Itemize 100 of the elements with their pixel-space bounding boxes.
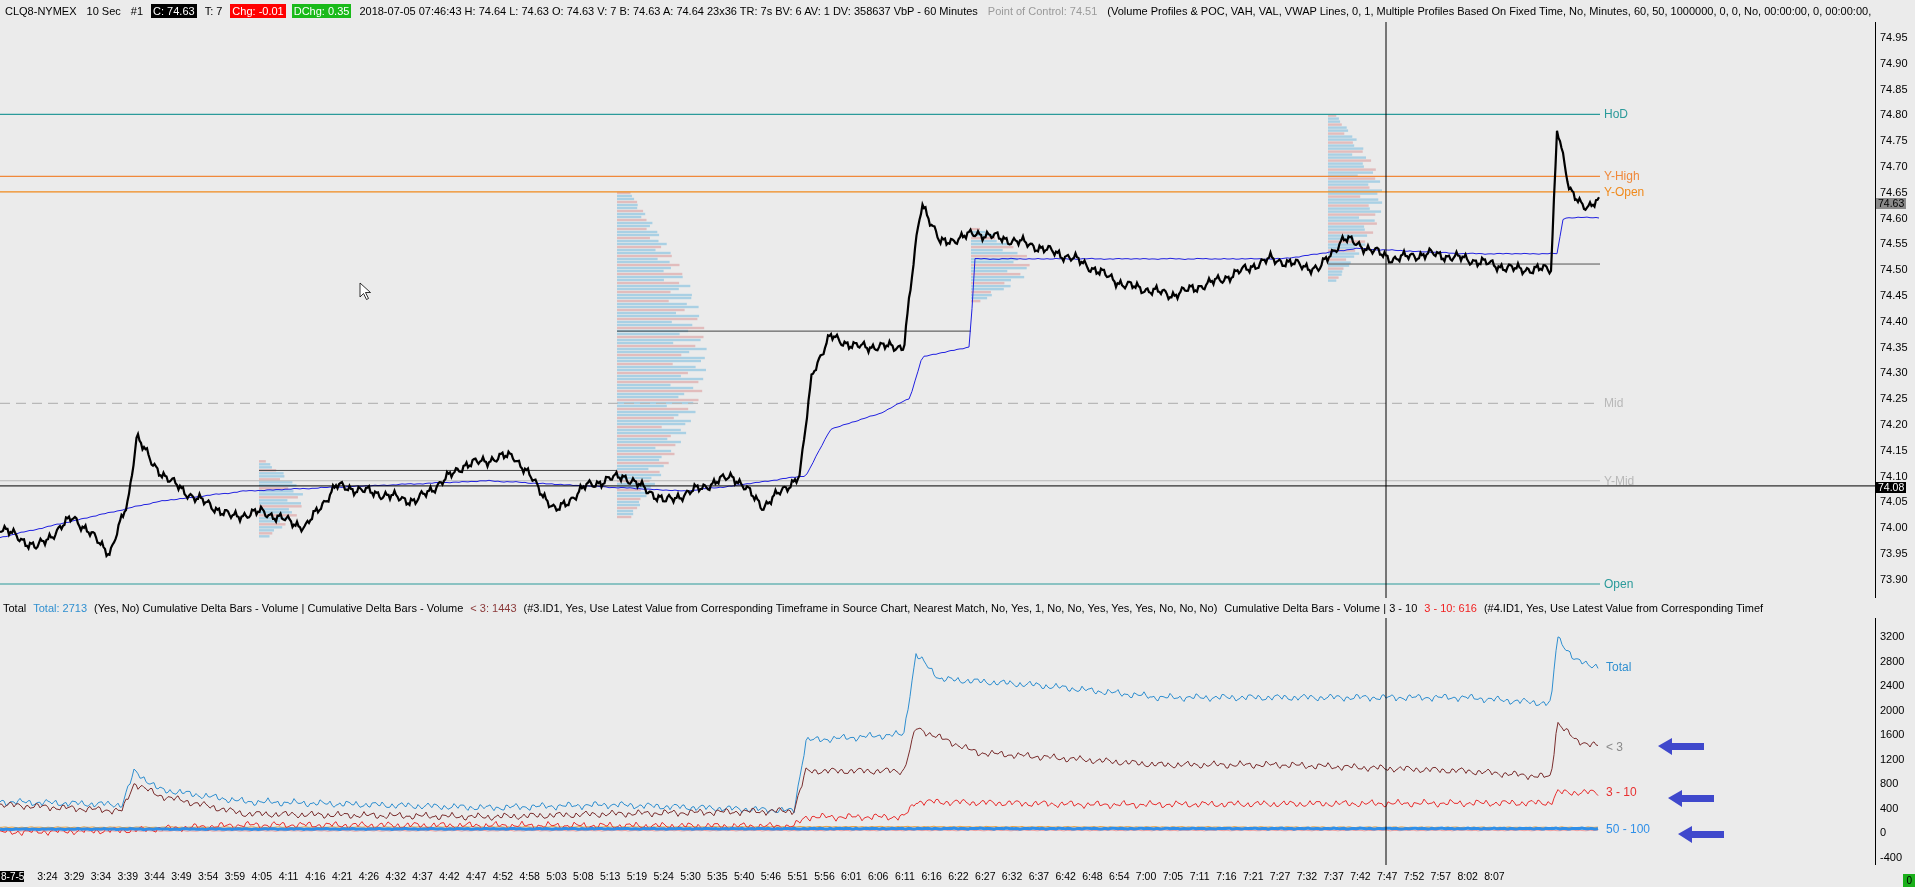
time-label: 5:13 <box>598 870 622 882</box>
price-marker: 74.08 <box>1876 481 1907 493</box>
axis-label: -400 <box>1879 850 1904 863</box>
time-label: 4:21 <box>330 870 354 882</box>
time-label: 7:37 <box>1322 870 1345 882</box>
time-label: 5:46 <box>759 870 783 882</box>
date-label: 8-7-5 <box>0 870 24 882</box>
study-label: < 3: 1443 <box>470 602 517 614</box>
header-text: #1 <box>129 4 145 18</box>
cursor-icon <box>359 282 371 300</box>
time-label: 7:57 <box>1429 870 1453 882</box>
time-label: 4:42 <box>438 870 461 882</box>
time-label: 5:40 <box>732 870 756 882</box>
axis-label: 74.90 <box>1879 56 1909 69</box>
status-badge: 0 <box>1903 874 1915 887</box>
header-text: 2018-07-05 07:46:43 H: 74.64 L: 74.63 O: 74.63 V: 7 B: 74.63 A: 74.64 23x36 TR: 7s BV: 6 AV: 1 DV: 358637 VbP - 60 Minutes <box>358 4 979 18</box>
time-label: 7:27 <box>1268 870 1292 882</box>
axis-label: 74.55 <box>1879 237 1909 250</box>
time-label: 3:54 <box>196 870 220 882</box>
time-label: 4:26 <box>357 870 381 882</box>
time-label: 6:06 <box>866 870 890 882</box>
axis-label: 74.95 <box>1879 31 1909 43</box>
axis-label: 74.85 <box>1879 82 1909 95</box>
time-label: 7:47 <box>1376 870 1399 882</box>
time-label: 5:03 <box>545 870 568 882</box>
study-label: Cumulative Delta Bars - Volume | 3 - 10 <box>1224 602 1418 614</box>
axis-label: 74.80 <box>1879 108 1909 121</box>
axis-label: 2000 <box>1879 703 1906 716</box>
axis-label: 74.10 <box>1879 469 1909 482</box>
value-badge: Chg: -0.01 <box>230 4 286 18</box>
time-label: 4:32 <box>384 870 407 882</box>
time-label: 6:42 <box>1054 870 1077 882</box>
time-label: 3:39 <box>116 870 139 882</box>
study-label: Total: 2713 <box>33 602 88 614</box>
axis-label: 74.45 <box>1879 288 1909 301</box>
series-label: < 3 <box>1606 739 1623 754</box>
time-label: 6:48 <box>1081 870 1104 882</box>
time-label: 5:19 <box>625 870 649 882</box>
header-text: 10 Sec <box>85 4 122 18</box>
level-label: Y-Open <box>1604 184 1645 199</box>
axis-label: 74.50 <box>1879 263 1909 276</box>
level-label: Y-High <box>1604 169 1640 184</box>
axis-label: 1600 <box>1879 728 1906 741</box>
axis-label: 74.00 <box>1879 521 1909 534</box>
time-label: 4:37 <box>411 870 434 882</box>
time-label: 3:34 <box>89 870 113 882</box>
time-label: 4:16 <box>304 870 327 882</box>
time-label: 7:00 <box>1134 870 1158 882</box>
level-label: HoD <box>1604 107 1628 122</box>
study-label: (#4.ID1, Yes, Use Latest Value from Corresponding Timef <box>1483 602 1764 614</box>
series-label: 50 - 100 <box>1606 822 1651 837</box>
axis-label: 74.15 <box>1879 443 1909 456</box>
axis-label: 2800 <box>1879 654 1906 667</box>
time-label: 6:32 <box>1000 870 1024 882</box>
value-badge: DChg: 0.35 <box>291 4 352 18</box>
time-label: 7:21 <box>1242 870 1265 882</box>
time-label: 7:11 <box>1188 870 1211 882</box>
header-text: CLQ8-NYMEX <box>4 4 78 18</box>
time-label: 7:16 <box>1215 870 1238 882</box>
time-label: 6:37 <box>1027 870 1051 882</box>
axis-label: 74.60 <box>1879 211 1909 224</box>
time-label: 4:52 <box>491 870 515 882</box>
time-label: 6:27 <box>974 870 997 882</box>
time-label: 5:30 <box>679 870 702 882</box>
header-text: Point of Control: 74.51 <box>986 4 1099 18</box>
time-label: 3:29 <box>62 870 86 882</box>
axis-label: 74.35 <box>1879 340 1909 353</box>
arrow-icon <box>1658 738 1704 755</box>
time-label: 6:01 <box>840 870 863 882</box>
study-label: Total <box>3 602 27 614</box>
header-text: T: 7 <box>203 4 224 18</box>
arrow-icon <box>1668 790 1714 807</box>
time-label: 4:05 <box>250 870 273 882</box>
axis-label: 1200 <box>1879 752 1906 765</box>
price-marker: 74.63 <box>1876 198 1907 210</box>
time-label: 8:07 <box>1483 870 1506 882</box>
time-label: 7:05 <box>1161 870 1185 882</box>
axis-label: 73.95 <box>1879 546 1909 559</box>
study-label: 3 - 10: 616 <box>1424 602 1477 614</box>
time-label: 6:22 <box>947 870 970 882</box>
series-label: 3 - 10 <box>1606 785 1637 800</box>
time-label: 5:51 <box>786 870 809 882</box>
time-label: 6:11 <box>894 870 916 882</box>
arrow-icon <box>1678 826 1724 843</box>
value-badge: C: 74.63 <box>151 4 197 18</box>
level-label: Open <box>1604 577 1634 591</box>
header-text: (Volume Profiles & POC, VAH, VAL, VWAP Lines, 0, 1, Multiple Profiles Based On Fixed Time, No, Minutes, 60, 50, 1000000, 0, 0, No, 00:00:00, 0, 00:00:00, <box>1106 4 1873 18</box>
axis-label: 74.40 <box>1879 314 1909 327</box>
study-label: (#3.ID1, Yes, Use Latest Value from Corresponding Timeframe in Source Chart, Nearest Match, No, Yes, 1, No, No, Yes, Yes, Yes, No, No, No) <box>523 602 1218 614</box>
axis-label: 73.90 <box>1879 572 1909 585</box>
time-label: 3:59 <box>223 870 247 882</box>
time-label: 4:47 <box>464 870 488 882</box>
axis-label: 400 <box>1879 801 1900 814</box>
time-label: 5:08 <box>572 870 595 882</box>
time-label: 7:52 <box>1402 870 1426 882</box>
time-label: 6:16 <box>920 870 943 882</box>
axis-label: 74.20 <box>1879 417 1909 430</box>
axis-label: 74.75 <box>1879 134 1909 147</box>
time-label: 5:35 <box>706 870 729 882</box>
time-label: 8:02 <box>1456 870 1479 882</box>
